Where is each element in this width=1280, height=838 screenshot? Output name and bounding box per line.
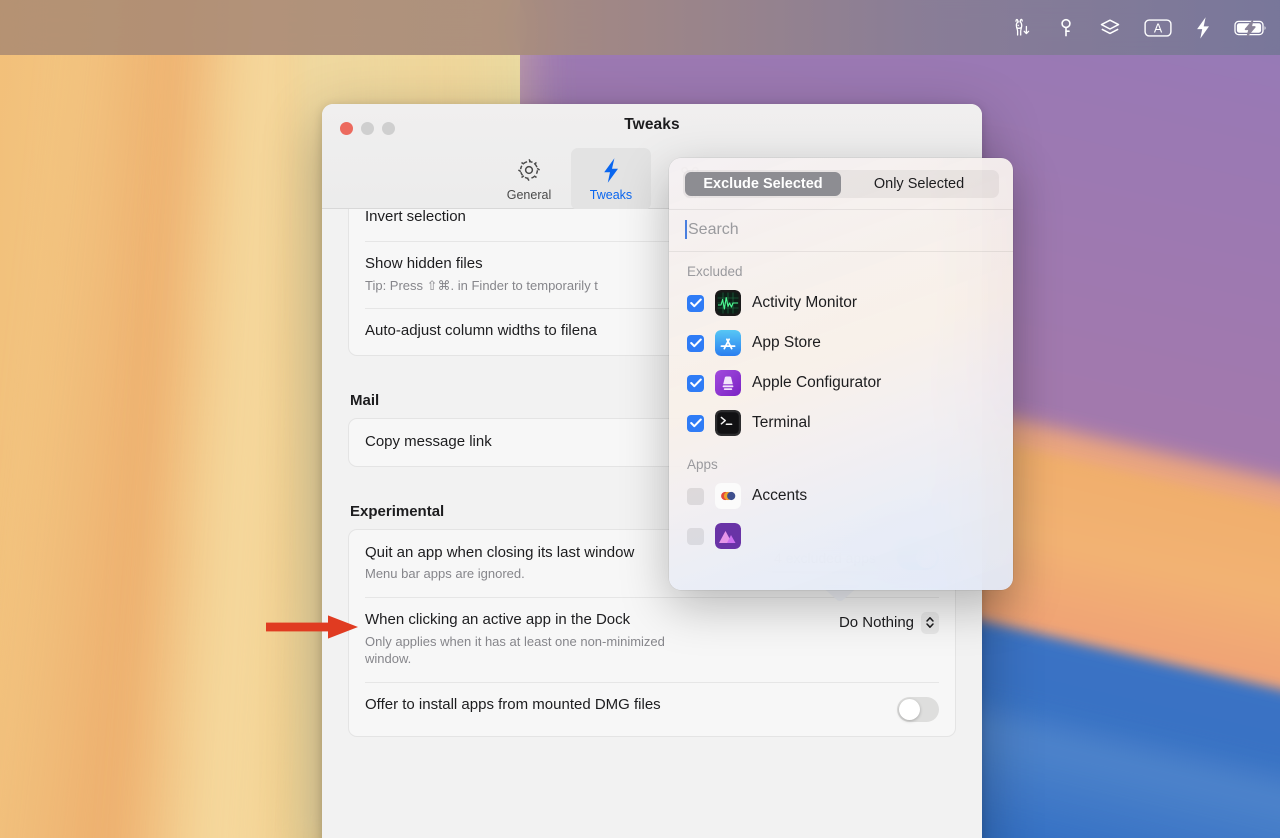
bolt-icon[interactable] (1194, 16, 1212, 40)
segment-only-selected[interactable]: Only Selected (841, 172, 997, 196)
excluded-apps-popover: Exclude Selected Only Selected Search Ex… (669, 158, 1013, 590)
red-arrow-annotation (266, 614, 362, 645)
chevron-updown-icon (921, 611, 939, 634)
bolt-icon (601, 156, 621, 184)
offer-install-dmg-toggle[interactable] (897, 696, 939, 722)
setting-row-offer-install-dmg[interactable]: Offer to install apps from mounted DMG f… (349, 681, 955, 736)
menu-bar-status-items: A (1010, 16, 1268, 40)
app-name: Terminal (752, 414, 811, 431)
segment-exclude-selected[interactable]: Exclude Selected (685, 172, 841, 196)
list-heading-apps: Apps (687, 457, 718, 472)
app-name: Apple Configurator (752, 374, 882, 391)
checkbox-terminal[interactable] (687, 414, 704, 432)
activity-monitor-icon (715, 290, 741, 316)
row-title: When clicking an active app in the Dock (365, 610, 631, 628)
checkbox-accents[interactable] (687, 487, 704, 505)
app-name: Accents (752, 487, 808, 504)
checkbox-app-store[interactable] (687, 334, 704, 352)
app-name: Activity Monitor (752, 294, 858, 311)
list-item[interactable]: Accents (669, 476, 1013, 516)
row-title: Show hidden files (365, 254, 483, 272)
tab-tweaks-label: Tweaks (589, 188, 633, 202)
toggle-knob (899, 698, 920, 720)
popover-app-list[interactable]: Excluded Activity Monitor App Store Appl… (669, 252, 1013, 556)
setting-row-dock-click-active-app[interactable]: When clicking an active app in the Dock … (349, 596, 955, 682)
row-title: Auto-adjust column widths to filena (365, 322, 597, 340)
apple-configurator-icon (715, 370, 741, 396)
row-title: Offer to install apps from mounted DMG f… (365, 695, 661, 713)
text-cursor (685, 220, 687, 239)
battery-charging-icon[interactable] (1234, 18, 1268, 38)
row-title: Copy message link (365, 432, 492, 450)
app-store-icon (715, 330, 741, 356)
list-item[interactable]: Terminal (669, 403, 1013, 443)
affinity-icon (715, 523, 741, 549)
tab-general[interactable]: General (489, 148, 569, 210)
row-title: Quit an app when closing its last window (365, 543, 635, 561)
tab-tweaks[interactable]: Tweaks (571, 148, 651, 210)
llama-download-icon[interactable] (1010, 16, 1034, 40)
row-subtitle: Tip: Press ⇧⌘. in Finder to temporarily … (365, 277, 598, 293)
row-title: Invert selection (365, 209, 466, 225)
list-item[interactable]: Activity Monitor (669, 283, 1013, 323)
dock-click-popup-button[interactable]: Do Nothing (838, 611, 939, 634)
popover-segmented-control: Exclude Selected Only Selected (669, 158, 1013, 210)
menu-bar: A (0, 0, 1280, 55)
layers-icon[interactable] (1098, 17, 1122, 39)
list-item[interactable]: App Store (669, 323, 1013, 363)
accents-icon (715, 483, 741, 509)
gear-icon (516, 156, 542, 184)
popover-search-field[interactable]: Search (669, 210, 1013, 252)
checkbox-activity-monitor[interactable] (687, 294, 704, 312)
input-source-icon[interactable]: A (1144, 17, 1172, 39)
row-subtitle: Menu bar apps are ignored. (365, 566, 525, 582)
page-title: Tweaks (624, 116, 680, 133)
list-heading-excluded: Excluded (687, 264, 743, 279)
svg-text:A: A (1154, 21, 1163, 35)
checkbox-apple-configurator[interactable] (687, 374, 704, 392)
key-icon[interactable] (1056, 17, 1076, 39)
terminal-icon (715, 410, 741, 436)
dock-click-popup-value: Do Nothing (838, 614, 914, 632)
list-item[interactable] (669, 516, 1013, 556)
row-subtitle: Only applies when it has at least one no… (365, 633, 665, 667)
search-placeholder: Search (688, 220, 739, 238)
checkbox-next-app[interactable] (687, 527, 704, 545)
list-item[interactable]: Apple Configurator (669, 363, 1013, 403)
app-name: App Store (752, 334, 821, 351)
tab-general-label: General (506, 188, 552, 202)
